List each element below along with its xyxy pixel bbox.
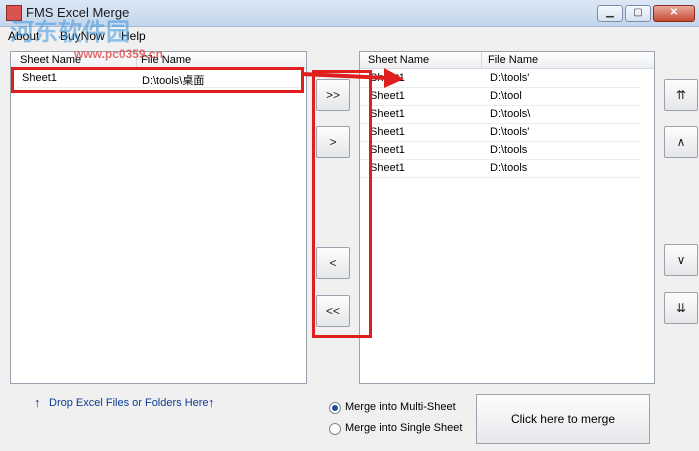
file-name-cell: D:\tools'	[490, 126, 530, 138]
app-icon	[6, 5, 22, 21]
minimize-button[interactable]: ▁	[597, 5, 623, 22]
merge-multi-sheet-radio[interactable]	[329, 402, 341, 414]
sheet-name-cell: Sheet1	[370, 144, 405, 156]
table-row[interactable]: Sheet1 D:\tools'	[360, 123, 640, 142]
table-row[interactable]: Sheet1 D:\tools\	[360, 105, 640, 124]
move-up-button[interactable]: ∧	[664, 126, 698, 158]
table-row[interactable]: Sheet1 D:\tools\桌面	[17, 69, 299, 88]
column-separator[interactable]	[481, 52, 482, 68]
column-header-sheet-name[interactable]: Sheet Name	[20, 54, 81, 66]
file-name-cell: D:\tools'	[490, 72, 530, 84]
move-top-button[interactable]: ⇈	[664, 79, 698, 111]
source-list-header: Sheet Name File Name	[11, 52, 306, 69]
menu-bar: About BuyNow Help	[0, 27, 699, 45]
merge-single-sheet-label[interactable]: Merge into Single Sheet	[345, 422, 462, 434]
remove-one-button[interactable]: <	[316, 247, 350, 279]
close-button[interactable]: ✕	[653, 5, 695, 22]
merge-list-panel[interactable]: Sheet Name File Name Sheet1 D:\tools' Sh…	[359, 51, 655, 384]
sheet-name-cell: Sheet1	[22, 72, 57, 84]
drop-arrow-right-icon: ↑	[208, 395, 215, 410]
add-one-button[interactable]: >	[316, 126, 350, 158]
column-header-file-name[interactable]: File Name	[141, 54, 191, 66]
sheet-name-cell: Sheet1	[370, 162, 405, 174]
sheet-name-cell: Sheet1	[370, 108, 405, 120]
move-down-button[interactable]: ∨	[664, 244, 698, 276]
file-name-cell: D:\tool	[490, 90, 522, 102]
drop-hint-text: Drop Excel Files or Folders Here	[49, 397, 209, 409]
column-header-file-name[interactable]: File Name	[488, 54, 538, 66]
menu-help[interactable]: Help	[121, 29, 146, 43]
file-name-cell: D:\tools\桌面	[142, 75, 205, 87]
merge-button[interactable]: Click here to merge	[476, 394, 650, 444]
file-name-cell: D:\tools	[490, 144, 528, 156]
drop-arrow-left-icon: ↑	[34, 395, 41, 410]
remove-all-button[interactable]: <<	[316, 295, 350, 327]
merge-multi-sheet-label[interactable]: Merge into Multi-Sheet	[345, 401, 456, 413]
sheet-name-cell: Sheet1	[370, 90, 405, 102]
file-name-cell: D:\tools	[490, 162, 528, 174]
menu-buynow[interactable]: BuyNow	[60, 29, 105, 43]
source-list-panel[interactable]: Sheet Name File Name Sheet1 D:\tools\桌面	[10, 51, 307, 384]
merge-single-sheet-radio[interactable]	[329, 423, 341, 435]
move-bottom-button[interactable]: ⇊	[664, 292, 698, 324]
annotation-arrow-icon	[301, 68, 404, 88]
file-name-cell: D:\tools\	[490, 108, 531, 120]
maximize-button[interactable]: ▢	[625, 5, 651, 22]
title-bar: FMS Excel Merge ▁ ▢ ✕	[0, 0, 699, 27]
table-row[interactable]: Sheet1 D:\tools	[360, 141, 640, 160]
sheet-name-cell: Sheet1	[370, 126, 405, 138]
window-title: FMS Excel Merge	[26, 5, 130, 20]
column-separator[interactable]	[136, 52, 137, 68]
menu-about[interactable]: About	[8, 29, 39, 43]
table-row[interactable]: Sheet1 D:\tools	[360, 159, 640, 178]
